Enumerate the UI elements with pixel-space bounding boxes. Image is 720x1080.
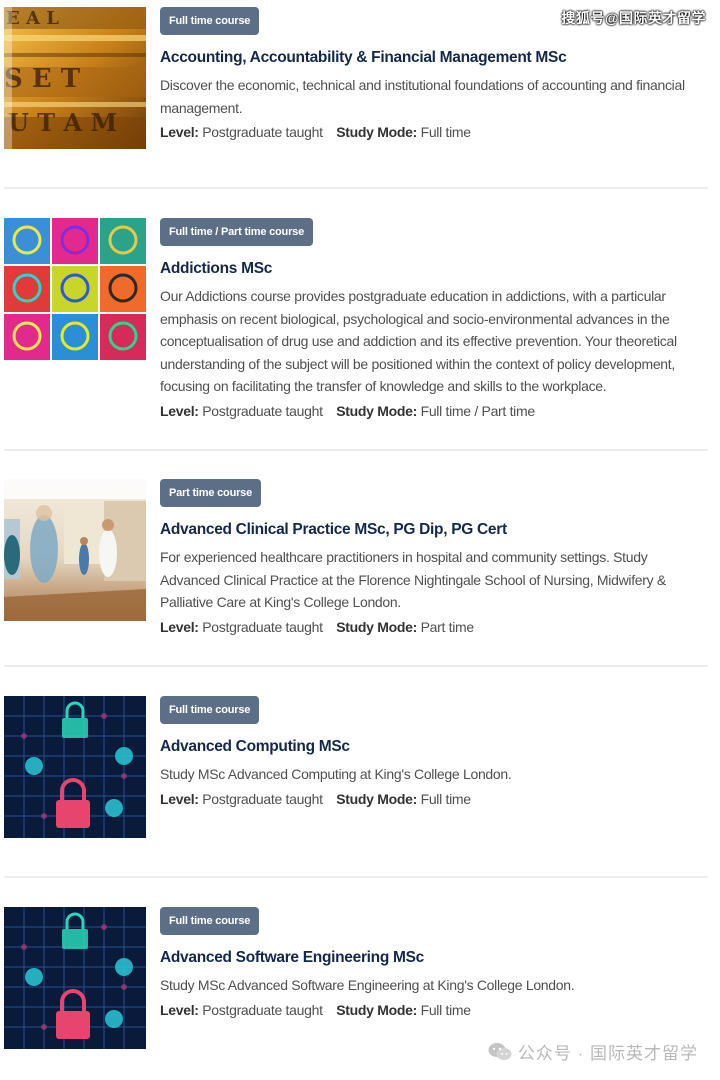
- study-mode-label: Study Mode:: [336, 1001, 417, 1018]
- course-description: Our Addictions course provides postgradu…: [160, 288, 677, 395]
- course-description: Discover the economic, technical and ins…: [160, 77, 685, 116]
- level-label: Level:: [160, 402, 199, 419]
- watermark-top: 搜狐号@国际英才留学: [561, 10, 706, 26]
- course-meta: Level: Postgraduate taught Study Mode: F…: [160, 788, 710, 810]
- course-listing-page: 搜狐号@国际英才留学 E A L S E T U T A M Full time…: [0, 0, 720, 1080]
- level-label: Level:: [160, 790, 199, 807]
- cyber-lock-image: [4, 696, 146, 838]
- study-mode-label: Study Mode:: [336, 402, 417, 419]
- divider: [4, 187, 708, 189]
- course-title-link[interactable]: Advanced Software Engineering MSc: [160, 948, 710, 968]
- course-thumbnail[interactable]: [4, 907, 146, 1049]
- svg-text:U T A M: U T A M: [8, 108, 117, 137]
- divider: [4, 665, 708, 667]
- study-mode-label: Study Mode:: [336, 618, 417, 635]
- course-description: For experienced healthcare practitioners…: [160, 549, 666, 611]
- study-mode-value: Full time / Part time: [420, 402, 536, 419]
- level-value: Postgraduate taught: [202, 402, 323, 419]
- wechat-account-label: 公众号 · 国际英才留学: [517, 1044, 698, 1063]
- level-value: Postgraduate taught: [202, 790, 323, 807]
- course-meta: Level: Postgraduate taught Study Mode: F…: [160, 121, 710, 143]
- hospital-corridor-image: [4, 479, 146, 621]
- course-description: Study MSc Advanced Computing at King's C…: [160, 766, 512, 782]
- brain-scans-image: [4, 218, 146, 360]
- level-label: Level:: [160, 124, 199, 141]
- level-label: Level:: [160, 1001, 199, 1018]
- course-body: Full time / Part time course Addictions …: [160, 218, 710, 422]
- course-type-badge: Full time course: [160, 696, 260, 724]
- course-body: Part time course Advanced Clinical Pract…: [160, 479, 710, 638]
- course-thumbnail[interactable]: [4, 218, 146, 360]
- course-title-link[interactable]: Advanced Computing MSc: [160, 737, 710, 757]
- level-value: Postgraduate taught: [202, 1001, 323, 1018]
- svg-text:S E T: S E T: [4, 64, 81, 94]
- level-label: Level:: [160, 618, 199, 635]
- course-card: Part time course Advanced Clinical Pract…: [0, 472, 720, 652]
- course-thumbnail[interactable]: [4, 479, 146, 621]
- level-value: Postgraduate taught: [202, 124, 323, 141]
- course-meta: Level: Postgraduate taught Study Mode: P…: [160, 616, 710, 638]
- course-type-badge: Full time / Part time course: [160, 218, 313, 246]
- course-title-link[interactable]: Accounting, Accountability & Financial M…: [160, 48, 710, 68]
- course-meta: Level: Postgraduate taught Study Mode: F…: [160, 999, 710, 1021]
- divider: [4, 876, 708, 878]
- course-type-badge: Full time course: [160, 7, 260, 35]
- course-title-link[interactable]: Addictions MSc: [160, 259, 710, 279]
- study-mode-value: Part time: [420, 618, 475, 635]
- course-body: Full time course Advanced Software Engin…: [160, 907, 710, 1021]
- course-card: Full time / Part time course Addictions …: [0, 211, 720, 419]
- course-title-link[interactable]: Advanced Clinical Practice MSc, PG Dip, …: [160, 520, 710, 540]
- level-value: Postgraduate taught: [202, 618, 323, 635]
- course-thumbnail[interactable]: [4, 696, 146, 838]
- course-description: Study MSc Advanced Software Engineering …: [160, 977, 575, 993]
- study-mode-label: Study Mode:: [336, 790, 417, 807]
- divider: [4, 449, 708, 451]
- study-mode-value: Full time: [420, 124, 472, 141]
- study-mode-value: Full time: [420, 790, 472, 807]
- cyber-lock-image: [4, 907, 146, 1049]
- course-card: Full time course Advanced Computing MSc …: [0, 689, 720, 869]
- study-mode-label: Study Mode:: [336, 124, 417, 141]
- course-type-badge: Full time course: [160, 907, 260, 935]
- course-body: Full time course Advanced Computing MSc …: [160, 696, 710, 810]
- course-thumbnail[interactable]: E A L S E T U T A M: [4, 7, 146, 149]
- study-mode-value: Full time: [420, 1001, 472, 1018]
- wechat-icon: [488, 1042, 512, 1062]
- course-type-badge: Part time course: [160, 479, 262, 507]
- course-meta: Level: Postgraduate taught Study Mode: F…: [160, 400, 710, 422]
- gold-coins-image: E A L S E T U T A M: [4, 7, 146, 149]
- wechat-watermark: 公众号 · 国际英才留学: [488, 1039, 698, 1064]
- svg-text:E A L: E A L: [6, 8, 59, 29]
